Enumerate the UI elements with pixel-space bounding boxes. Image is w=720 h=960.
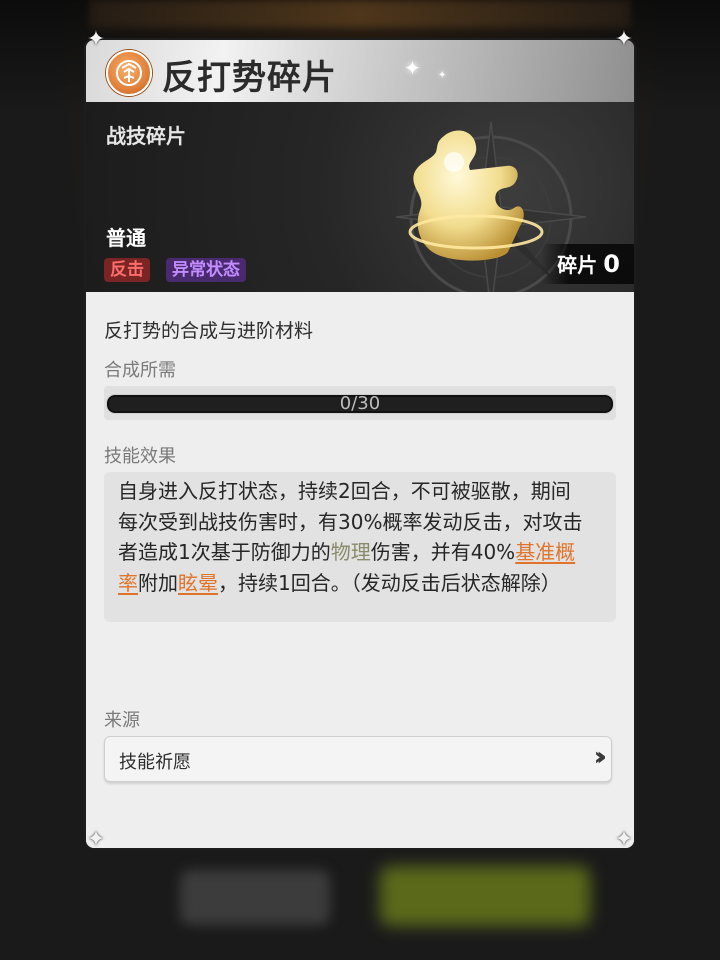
shard-count-value: 0: [603, 250, 620, 278]
source-label: 来源: [104, 710, 140, 731]
effect-text-segment: 伤害，并有40%: [370, 540, 516, 564]
corner-ornament-icon: ✦: [614, 827, 634, 852]
corner-ornament-icon: ✦: [614, 27, 634, 52]
effect-text-segment: 附加: [138, 570, 178, 595]
double-chevron-right-icon: ››: [593, 742, 608, 772]
background-button-right: [380, 866, 590, 926]
puzzle-shard-icon: [408, 130, 544, 261]
source-skill-wish-button[interactable]: 技能祈愿 ››: [104, 736, 612, 782]
corner-ornament-icon: ✦: [86, 827, 106, 852]
item-hero-panel: 战技碎片 普通 反击 异常状态 碎片 0: [86, 102, 634, 292]
effect-label: 技能效果: [104, 446, 176, 467]
effect-text: 自身进入反打状态，持续2回合，不可被驱散，期间每次受到战技伤害时，有30%概率发…: [118, 476, 588, 598]
item-detail-card: 反打势碎片 ✦ ✦ 战技碎片 普通 反击 异常状态 碎片 0 反打势的合成与进阶…: [86, 40, 634, 848]
background-top-bar: [90, 0, 630, 28]
effect-text-segment: ，持续1回合。（发动反击后状态解除）: [218, 570, 561, 595]
shard-count-label: 碎片: [557, 253, 598, 277]
synthesis-label: 合成所需: [104, 360, 176, 381]
tag-abnormal-status: 异常状态: [166, 258, 246, 282]
effect-box: 自身进入反打状态，持续2回合，不可被驱散，期间每次受到战技伤害时，有30%概率发…: [104, 472, 616, 622]
sparkle-icon: ✦: [438, 70, 447, 81]
item-rarity: 普通: [106, 226, 146, 250]
item-category: 战技碎片: [106, 124, 186, 148]
item-description: 反打势的合成与进阶材料: [104, 320, 314, 342]
background-button-left: [180, 870, 330, 925]
skill-emblem-icon: [106, 50, 152, 96]
source-button-label: 技能祈愿: [119, 752, 191, 773]
corner-ornament-icon: ✦: [86, 27, 106, 52]
title-bar: 反打势碎片 ✦ ✦: [86, 40, 634, 104]
tag-counter: 反击: [104, 258, 150, 282]
stun-link[interactable]: 眩晕: [178, 571, 218, 595]
synthesis-progress: 0/30: [104, 386, 616, 420]
progress-bar: 0/30: [106, 394, 614, 414]
shard-count-display: 碎片 0: [541, 244, 634, 284]
item-title: 反打势碎片: [162, 58, 337, 98]
progress-text: 0/30: [339, 393, 381, 414]
sparkle-icon: ✦: [404, 56, 421, 80]
item-detail-body: 反打势的合成与进阶材料 合成所需 0/30 技能效果 自身进入反打状态，持续2回…: [86, 292, 634, 848]
physical-keyword: 物理: [330, 540, 371, 564]
